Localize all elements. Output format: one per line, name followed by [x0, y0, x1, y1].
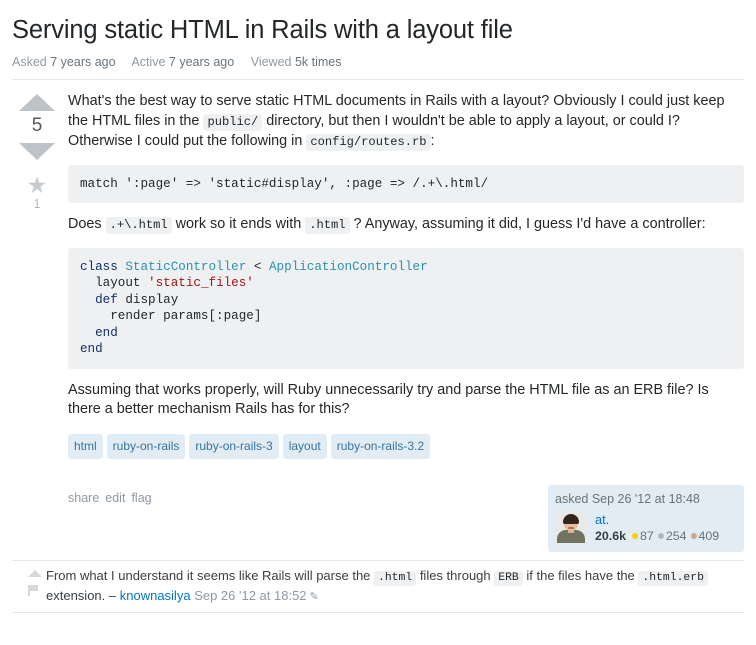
stat-viewed: Viewed 5k times: [251, 55, 342, 69]
user-avatar[interactable]: [555, 510, 587, 543]
comment-row: From what I understand it seems like Rai…: [12, 561, 744, 613]
question-header: Serving static HTML in Rails with a layo…: [0, 0, 756, 81]
flag-link[interactable]: flag: [131, 491, 151, 505]
comment-inline-code-html-erb: .html.erb: [638, 570, 708, 586]
flag-icon[interactable]: [28, 584, 39, 596]
gold-badge-icon: [632, 532, 639, 539]
username-link[interactable]: at.: [595, 512, 609, 527]
inline-code-public: public/: [203, 113, 263, 131]
comment-date: Sep 26 '12 at 18:52: [194, 587, 307, 603]
silver-badge-icon: [657, 532, 664, 539]
code-ident-layout: layout: [95, 276, 141, 291]
tag-layout[interactable]: layout: [282, 433, 327, 459]
stat-viewed-value: 5k times: [294, 55, 342, 70]
stat-asked-label: Asked: [12, 55, 47, 70]
user-details: at. 20.6k 87 254 409: [555, 510, 737, 545]
user-reputation-line: 20.6k 87 254 409: [595, 528, 720, 545]
tag-ruby-on-rails-3-2[interactable]: ruby-on-rails-3.2: [330, 433, 431, 459]
inline-code-html-ext: .html: [305, 217, 350, 235]
tag-html[interactable]: html: [68, 433, 103, 459]
code-keyword-class: class: [80, 259, 118, 274]
tag-list: html ruby-on-rails ruby-on-rails-3 layout ru…: [68, 432, 744, 463]
comment-text-a: From what I understand it seems like Rai…: [46, 567, 375, 583]
question-stats: Asked 7 years ago Active 7 years ago Vie…: [12, 55, 744, 81]
code-keyword-def: def: [95, 292, 118, 307]
favorite-count: 1: [33, 197, 41, 212]
comment-username-link[interactable]: knownasilya: [120, 588, 191, 603]
edit-link[interactable]: edit: [105, 491, 125, 505]
bronze-badge-count: 409: [698, 528, 720, 543]
stat-active: Active 7 years ago: [131, 55, 234, 69]
paragraph-3: Assuming that works properly, will Ruby …: [68, 381, 709, 418]
stat-viewed-label: Viewed: [250, 55, 292, 70]
paragraph-2: Does .+\.html work so it ends with .html…: [68, 215, 744, 236]
tag-ruby-on-rails-3[interactable]: ruby-on-rails-3: [189, 433, 279, 459]
code-keyword-end-inner: end: [95, 325, 118, 340]
bronze-badge: 409: [690, 528, 720, 545]
share-link[interactable]: share: [68, 491, 99, 505]
code-type-applicationcontroller: ApplicationController: [268, 259, 428, 274]
comment-body: From what I understand it seems like Rai…: [46, 567, 744, 606]
p2-text-c: ? Anyway, assuming it did, I guess I'd h…: [349, 216, 706, 233]
triangle-up-icon[interactable]: [28, 569, 42, 577]
code-block-controller: class StaticController < ApplicationCont…: [68, 247, 744, 369]
triangle-up-icon[interactable]: [19, 94, 55, 112]
code-ident-display: display: [125, 292, 179, 307]
p2-text-b: work so it ends with: [171, 216, 306, 233]
comment-inline-code-erb: ERB: [494, 570, 523, 586]
code-keyword-end-outer: end: [80, 342, 103, 357]
comment-inline-code-html: .html: [374, 570, 417, 586]
inline-code-regex: .+\.html: [105, 217, 172, 235]
vote-score: 5: [31, 115, 43, 137]
post-footer-row: share edit flag asked Sep 26 '12 at 18:48: [68, 484, 744, 552]
question-body-wrapper: 5 ★ 1 What's the best way to serve stati…: [0, 80, 756, 552]
comment-text-c: if the files have the: [522, 567, 639, 583]
pencil-icon[interactable]: ✎: [310, 591, 319, 603]
vote-cell: 5 ★ 1: [12, 92, 62, 552]
silver-badge: 254: [657, 528, 687, 545]
comment-actions: [12, 567, 46, 596]
tag-ruby-on-rails[interactable]: ruby-on-rails: [106, 433, 186, 459]
comment-text-b: files through: [416, 567, 495, 583]
triangle-down-icon[interactable]: [19, 143, 55, 161]
inline-code-routes: config/routes.rb: [306, 134, 431, 152]
reputation-score: 20.6k: [595, 528, 627, 543]
silver-badge-count: 254: [665, 528, 687, 543]
post-timestamp: asked Sep 26 '12 at 18:48: [555, 491, 700, 506]
page-title: Serving static HTML in Rails with a layo…: [12, 16, 513, 44]
user-signature-card: asked Sep 26 '12 at 18:48 at. 20.6k 87 2…: [548, 484, 744, 552]
gold-badge-count: 87: [640, 528, 654, 543]
post-cell: What's the best way to serve static HTML…: [62, 92, 744, 552]
stat-active-value: 7 years ago: [168, 55, 235, 70]
p1-text-c: :: [430, 133, 435, 150]
post-text: What's the best way to serve static HTML…: [68, 92, 744, 420]
code-string-staticfiles: 'static_files': [148, 276, 254, 291]
question-page: Serving static HTML in Rails with a layo…: [0, 0, 756, 645]
user-info: at. 20.6k 87 254 409: [595, 511, 720, 545]
paragraph-1: What's the best way to serve static HTML…: [68, 92, 744, 153]
comment-dash: –: [108, 587, 117, 603]
stat-asked: Asked 7 years ago: [12, 55, 116, 69]
code-render-line: render params[:page]: [110, 309, 262, 324]
code-block-routes: match ':page' => 'static#display', :page…: [68, 164, 744, 204]
code-operator-lt: <: [253, 259, 262, 274]
code-type-staticcontroller: StaticController: [125, 259, 247, 274]
comment-list: From what I understand it seems like Rai…: [12, 559, 744, 613]
post-menu: share edit flag: [68, 485, 548, 505]
bronze-badge-icon: [690, 532, 697, 539]
gold-badge: 87: [632, 528, 654, 545]
comment-text-d: extension.: [46, 587, 109, 603]
p2-text-a: Does: [68, 216, 106, 233]
stat-active-label: Active: [131, 55, 166, 70]
star-icon[interactable]: ★: [12, 173, 62, 197]
stat-asked-value: 7 years ago: [50, 55, 116, 70]
